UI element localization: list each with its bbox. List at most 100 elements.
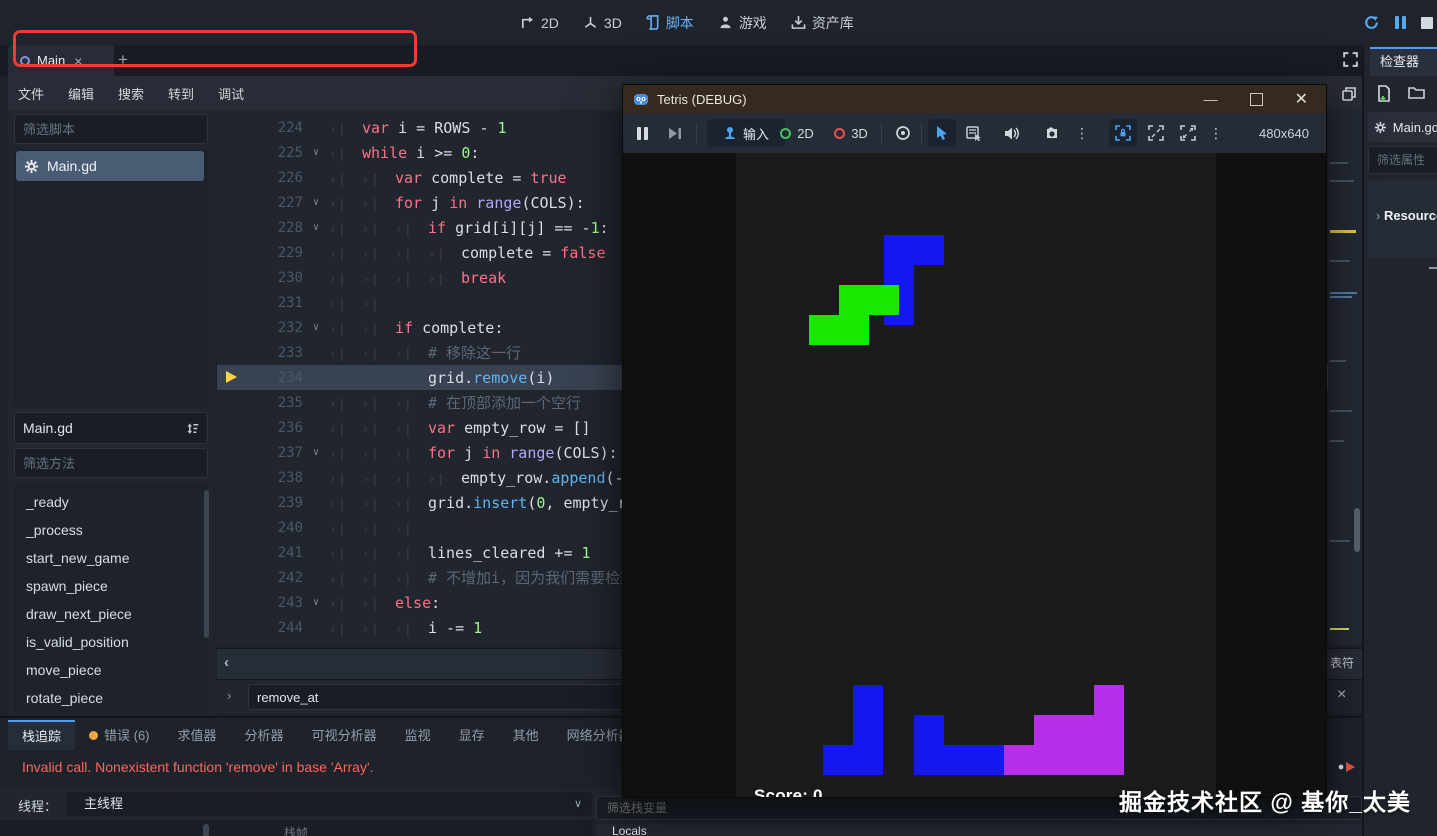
debugger-tab-6[interactable]: 显存 (445, 720, 499, 750)
debugger-tab-1[interactable]: 错误 (6) (75, 720, 164, 750)
debugger-tab-4[interactable]: 可视分析器 (298, 720, 391, 750)
workspace-assetlib[interactable]: 资产库 (791, 13, 854, 33)
fold-chevron-icon[interactable]: ∨ (303, 447, 329, 458)
pause-icon[interactable] (1395, 16, 1406, 29)
thread-select[interactable]: 主线程 ∨ (66, 792, 592, 816)
gear-icon (1374, 121, 1386, 133)
next-frame-icon[interactable] (667, 119, 683, 147)
method-item-spawn_piece[interactable]: spawn_piece (18, 572, 204, 600)
game-debug-window[interactable]: Tetris (DEBUG) — ✕ 输入 2D 3D ⋮ ⋮ 480x640 … (622, 84, 1327, 798)
new-resource-icon[interactable] (1376, 85, 1392, 102)
method-item-_process[interactable]: _process (18, 516, 204, 544)
debugger-error-message[interactable]: Invalid call. Nonexistent function 'remo… (22, 752, 374, 782)
debug-continue-icon[interactable] (1338, 760, 1358, 774)
maximize-icon[interactable] (1249, 92, 1263, 106)
tetris-cell-blue (853, 685, 883, 715)
workspace-3d[interactable]: 3D (583, 15, 622, 31)
collapse-left-icon[interactable]: ‹ (224, 654, 229, 671)
locals-row[interactable]: Locals (596, 824, 1362, 836)
select-mode-button[interactable] (928, 119, 956, 147)
focus-target-icon[interactable] (889, 119, 917, 147)
audio-mute-icon[interactable] (999, 119, 1025, 147)
more-options-icon[interactable]: ⋮ (1209, 119, 1223, 147)
resource-section[interactable]: › Resource (1368, 180, 1437, 258)
thread-label: 线程： (18, 799, 58, 814)
camera-override-icon[interactable] (1039, 119, 1065, 147)
menu-item-2[interactable]: 搜索 (118, 84, 144, 103)
debugger-tab-2[interactable]: 求值器 (164, 720, 231, 750)
embed-window-button[interactable] (1109, 119, 1137, 147)
code-text: ›| ›| ›| i -= 1 (329, 618, 483, 637)
debugger-tab-5[interactable]: 监视 (391, 720, 445, 750)
tab-inspector[interactable]: 检查器 (1370, 47, 1437, 76)
pause-icon[interactable] (637, 119, 648, 147)
error-annotation-box (13, 30, 417, 67)
debugger-tab-7[interactable]: 其他 (499, 720, 553, 750)
cursor-icon (936, 125, 947, 140)
fullscreen-expand-icon[interactable] (1175, 119, 1201, 147)
debugger-tab-3[interactable]: 分析器 (231, 720, 298, 750)
script-item-main[interactable]: Main.gd (16, 151, 204, 181)
method-item-start_new_game[interactable]: start_new_game (18, 544, 204, 572)
menu-item-4[interactable]: 调试 (218, 84, 244, 103)
camera-3d-button[interactable]: 3D (827, 119, 875, 147)
menu-item-1[interactable]: 编辑 (68, 84, 94, 103)
more-options-icon[interactable]: ⋮ (1075, 119, 1089, 147)
method-item-_ready[interactable]: _ready (18, 488, 204, 516)
ring-3d-icon (834, 127, 846, 139)
code-text: ›| ›| ›| ›| complete = false (329, 243, 606, 262)
stack-scrollbar[interactable] (203, 824, 209, 836)
debugger-tab-label: 求值器 (177, 727, 217, 743)
camera-2d-button[interactable]: 2D (773, 119, 821, 147)
line-number: 236 (277, 419, 303, 436)
close-icon[interactable]: × (1337, 686, 1346, 704)
filter-methods-input[interactable] (15, 455, 203, 471)
method-item-rotate_piece[interactable]: rotate_piece (18, 684, 204, 712)
keep-aspect-expand-icon[interactable] (1143, 119, 1169, 147)
fold-chevron-icon[interactable]: ∨ (303, 197, 329, 208)
property-dash (1429, 267, 1437, 269)
menu-item-3[interactable]: 转到 (168, 84, 194, 103)
fold-chevron-icon[interactable]: ∨ (303, 222, 329, 233)
godot-icon (634, 94, 648, 105)
methods-scrollbar[interactable] (204, 490, 209, 638)
method-item-move_piece[interactable]: move_piece (18, 656, 204, 684)
stop-icon[interactable] (1421, 16, 1433, 29)
minimize-icon[interactable]: — (1204, 91, 1218, 107)
stack-frames-area[interactable]: 栈帧 (0, 820, 592, 836)
fold-chevron-icon[interactable]: ∨ (303, 322, 329, 333)
restart-icon[interactable] (1363, 14, 1380, 31)
chevron-right-icon: › (1376, 208, 1384, 223)
workspace-script[interactable]: 脚本 (646, 13, 694, 33)
line-number: 238 (277, 469, 303, 486)
current-script-field[interactable]: Main.gd (14, 412, 208, 444)
distraction-free-icon[interactable] (1342, 51, 1359, 68)
tetris-cell-blue (974, 745, 1004, 775)
game-window-titlebar[interactable]: Tetris (DEBUG) — ✕ (623, 85, 1326, 113)
code-text: ›| ›| ›| ›| break (329, 268, 507, 287)
select-list-icon[interactable] (961, 119, 987, 147)
workspace-2d[interactable]: 2D (520, 15, 559, 31)
method-item-draw_next_piece[interactable]: draw_next_piece (18, 600, 204, 628)
fold-chevron-icon[interactable]: ∨ (303, 597, 329, 608)
tetris-cell-blue (914, 715, 944, 745)
method-item-is_valid_position[interactable]: is_valid_position (18, 628, 204, 656)
workspace-game[interactable]: 游戏 (718, 13, 767, 33)
make-floating-icon[interactable] (1341, 86, 1357, 102)
filter-properties-input[interactable]: 筛选属性 (1368, 146, 1437, 174)
load-resource-folder-icon[interactable] (1408, 85, 1425, 102)
chevron-right-icon[interactable]: › (227, 688, 231, 703)
menu-item-0[interactable]: 文件 (18, 84, 44, 103)
game-viewport[interactable]: Score: 0 Next Piece: (623, 153, 1326, 797)
line-number: 237 (277, 444, 303, 461)
inspected-object-row[interactable]: Main.gd (1368, 112, 1437, 142)
close-icon[interactable]: ✕ (1295, 89, 1308, 109)
minimap-scroll-handle[interactable] (1354, 508, 1360, 552)
tetris-cell-green (839, 315, 869, 345)
execution-arrow-icon (226, 371, 237, 383)
debugger-tab-0[interactable]: 栈追踪 (8, 720, 76, 750)
sort-methods-icon[interactable] (186, 421, 201, 436)
filter-scripts-input[interactable] (15, 121, 203, 137)
code-minimap[interactable] (1328, 110, 1362, 645)
fold-chevron-icon[interactable]: ∨ (303, 147, 329, 158)
